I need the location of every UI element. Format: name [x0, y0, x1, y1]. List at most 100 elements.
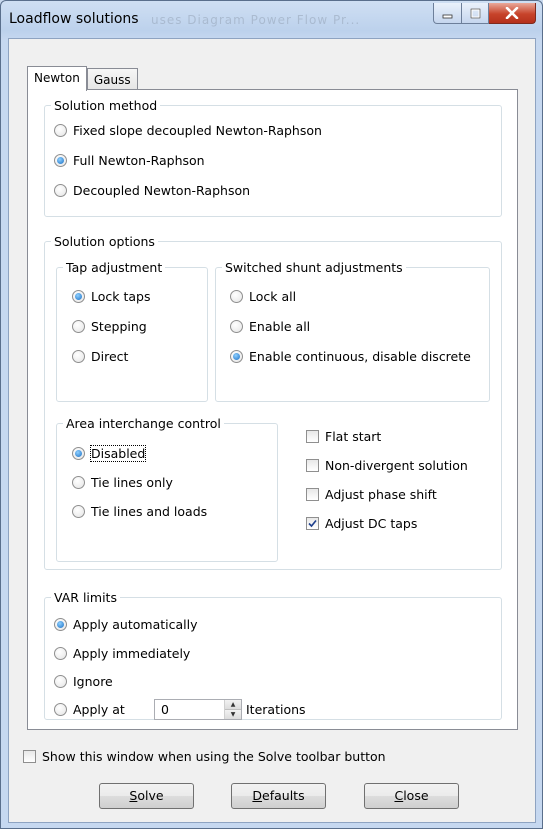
- radio-label: Disabled: [89, 445, 147, 462]
- radio-indicator: [54, 154, 67, 167]
- spin-buttons: ▲ ▼: [224, 700, 241, 719]
- radio-label: Lock all: [249, 289, 297, 304]
- radio-disabled[interactable]: Disabled: [72, 445, 147, 462]
- switched-shunt-legend: Switched shunt adjustments: [225, 260, 403, 275]
- close-button[interactable]: Close: [364, 783, 459, 809]
- checkbox-adjust-dc-taps[interactable]: Adjust DC taps: [306, 516, 417, 531]
- radio-indicator: [72, 505, 85, 518]
- radio-indicator: [230, 320, 243, 333]
- radio-indicator: [54, 703, 67, 716]
- checkbox-label: Adjust phase shift: [325, 487, 437, 502]
- tab-strip: Newton Gauss: [27, 66, 138, 91]
- checkbox-show-window[interactable]: Show this window when using the Solve to…: [23, 749, 386, 764]
- radio-stepping[interactable]: Stepping: [72, 319, 147, 334]
- solve-button[interactable]: Solve: [99, 783, 194, 809]
- radio-lock-taps[interactable]: Lock taps: [72, 289, 151, 304]
- radio-label: Tie lines only: [91, 475, 173, 490]
- radio-fixed-slope-decoupled[interactable]: Fixed slope decoupled Newton-Raphson: [54, 123, 322, 138]
- spin-down-icon[interactable]: ▼: [225, 710, 241, 719]
- radio-enable-all[interactable]: Enable all: [230, 319, 310, 334]
- checkbox-box: [306, 517, 319, 530]
- minimize-button[interactable]: [433, 3, 462, 24]
- defaults-button[interactable]: Defaults: [231, 783, 326, 809]
- radio-label: Apply immediately: [73, 646, 191, 661]
- solution-method-legend: Solution method: [54, 98, 158, 113]
- background-window-title: uses Diagram Power Flow Pr...: [151, 13, 361, 27]
- close-icon: [505, 7, 519, 19]
- radio-indicator: [230, 290, 243, 303]
- tab-gauss[interactable]: Gauss: [86, 68, 138, 91]
- radio-indicator: [54, 124, 67, 137]
- window-title: Loadflow solutions: [9, 11, 139, 27]
- checkbox-box: [306, 430, 319, 443]
- radio-ignore[interactable]: Ignore: [54, 674, 113, 689]
- radio-enable-continuous-disable-discrete[interactable]: Enable continuous, disable discrete: [230, 349, 471, 364]
- radio-apply-at[interactable]: Apply at: [54, 702, 125, 717]
- close-label: lose: [403, 788, 429, 803]
- checkbox-label: Adjust DC taps: [325, 516, 418, 531]
- radio-decoupled-newton-raphson[interactable]: Decoupled Newton-Raphson: [54, 183, 250, 198]
- radio-label: Fixed slope decoupled Newton-Raphson: [73, 123, 322, 138]
- radio-indicator: [72, 447, 85, 460]
- caption-buttons: [433, 3, 536, 24]
- radio-apply-automatically[interactable]: Apply automatically: [54, 617, 197, 632]
- radio-label: Apply at: [73, 702, 125, 717]
- title-bar[interactable]: Loadflow solutions uses Diagram Power Fl…: [1, 1, 542, 37]
- dialog-client: Newton Gauss Solution method Fixed slope…: [8, 38, 536, 823]
- radio-indicator: [54, 675, 67, 688]
- tap-adjustment-legend: Tap adjustment: [66, 260, 163, 275]
- radio-label: Full Newton-Raphson: [73, 153, 205, 168]
- defaults-label: efaults: [262, 788, 305, 803]
- spin-up-icon[interactable]: ▲: [225, 700, 241, 710]
- iterations-text: Iterations: [246, 702, 306, 717]
- close-mnemonic: C: [394, 788, 404, 803]
- iterations-label: Iterations: [246, 702, 306, 717]
- checkbox-box: [306, 488, 319, 501]
- radio-label: Tie lines and loads: [91, 504, 208, 519]
- defaults-mnemonic: D: [252, 788, 263, 803]
- radio-indicator: [72, 320, 85, 333]
- tab-newton[interactable]: Newton: [27, 66, 87, 91]
- checkbox-label: Non-divergent solution: [325, 458, 468, 473]
- radio-label: Enable continuous, disable discrete: [249, 349, 471, 364]
- close-window-button[interactable]: [489, 3, 536, 24]
- radio-full-newton-raphson[interactable]: Full Newton-Raphson: [54, 153, 205, 168]
- radio-tie-lines-and-loads[interactable]: Tie lines and loads: [72, 504, 207, 519]
- radio-label: Apply automatically: [73, 617, 198, 632]
- iterations-value[interactable]: 0: [161, 702, 169, 717]
- checkbox-label: Flat start: [325, 429, 382, 444]
- solution-options-legend: Solution options: [54, 234, 155, 249]
- radio-label: Stepping: [91, 319, 147, 334]
- iterations-spinbox[interactable]: 0 ▲ ▼: [154, 699, 242, 720]
- checkbox-box: [306, 459, 319, 472]
- radio-indicator: [230, 350, 243, 363]
- checkbox-adjust-phase-shift[interactable]: Adjust phase shift: [306, 487, 437, 502]
- area-interchange-legend: Area interchange control: [66, 416, 221, 431]
- radio-direct[interactable]: Direct: [72, 349, 128, 364]
- solve-label: olve: [137, 788, 164, 803]
- radio-indicator: [54, 618, 67, 631]
- radio-tie-lines-only[interactable]: Tie lines only: [72, 475, 173, 490]
- maximize-icon: [470, 8, 480, 18]
- checkmark-icon: [308, 519, 317, 528]
- maximize-button[interactable]: [462, 3, 489, 24]
- radio-indicator: [72, 290, 85, 303]
- radio-indicator: [72, 350, 85, 363]
- radio-indicator: [72, 476, 85, 489]
- radio-apply-immediately[interactable]: Apply immediately: [54, 646, 190, 661]
- radio-label: Lock taps: [91, 289, 151, 304]
- checkbox-non-divergent-solution[interactable]: Non-divergent solution: [306, 458, 468, 473]
- radio-indicator: [54, 647, 67, 660]
- loadflow-solutions-window: Loadflow solutions uses Diagram Power Fl…: [0, 0, 543, 829]
- radio-label: Direct: [91, 349, 129, 364]
- checkbox-flat-start[interactable]: Flat start: [306, 429, 381, 444]
- checkbox-box: [23, 750, 36, 763]
- radio-label: Ignore: [73, 674, 113, 689]
- minimize-icon: [442, 14, 453, 18]
- radio-label: Decoupled Newton-Raphson: [73, 183, 251, 198]
- radio-label: Enable all: [249, 319, 311, 334]
- radio-lock-all[interactable]: Lock all: [230, 289, 296, 304]
- checkbox-label: Show this window when using the Solve to…: [42, 749, 386, 764]
- radio-indicator: [54, 184, 67, 197]
- newton-tab-panel: Solution method Fixed slope decoupled Ne…: [27, 89, 518, 730]
